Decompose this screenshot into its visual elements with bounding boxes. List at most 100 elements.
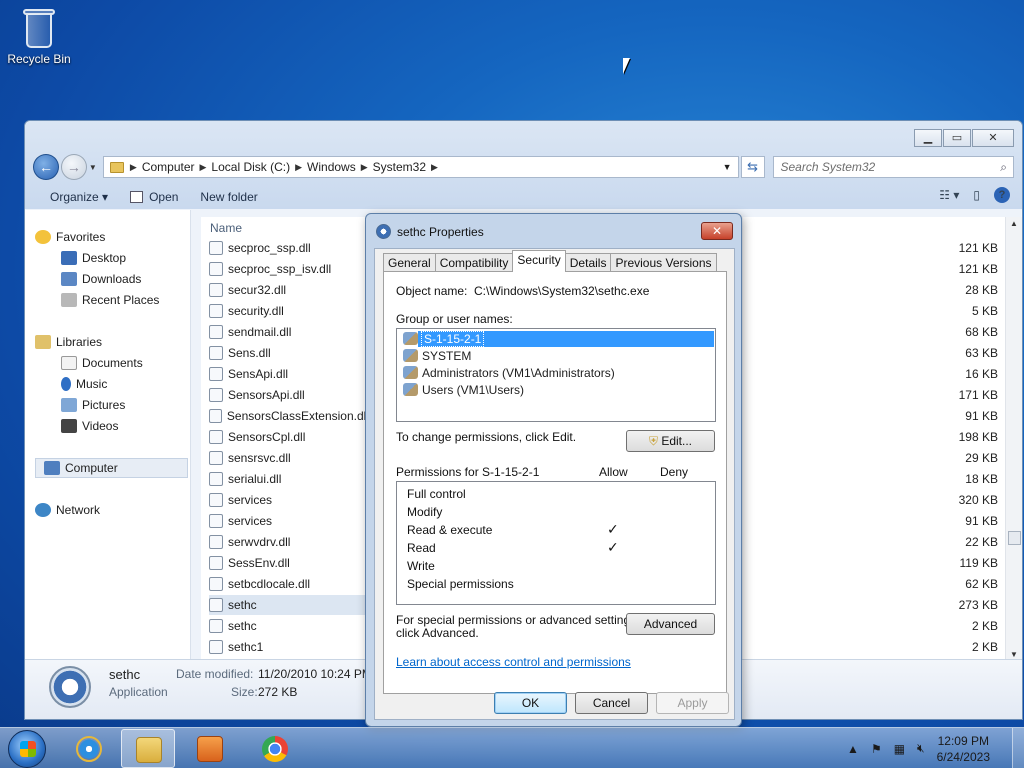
close-button[interactable]: ✕: [972, 129, 1014, 147]
search-input[interactable]: Search System32 ⌕: [772, 156, 1015, 178]
user-s-1-15-2-1[interactable]: S-1-15-2-1: [403, 330, 485, 347]
cancel-button[interactable]: Cancel: [575, 692, 648, 714]
breadcrumb-local-disk[interactable]: Local Disk (C:): [206, 160, 295, 174]
breadcrumb-system32[interactable]: System32: [368, 160, 431, 174]
user-users[interactable]: Users (VM1\Users): [403, 381, 524, 398]
system-tray: ▲ ⚑ ▦ 🔇︎ 12:09 PM 6/24/2023: [847, 728, 1024, 768]
file-row[interactable]: SensApi.dll: [209, 364, 369, 384]
tab-general[interactable]: General: [383, 253, 436, 272]
file-row[interactable]: sensrsvc.dll: [209, 448, 369, 468]
clock[interactable]: 12:09 PM 6/24/2023: [937, 733, 990, 765]
file-row[interactable]: services: [209, 490, 369, 510]
taskbar-media-player[interactable]: [183, 729, 237, 768]
advanced-button[interactable]: Advanced: [626, 613, 715, 635]
nav-libraries[interactable]: Libraries: [35, 333, 102, 351]
back-button[interactable]: ←: [33, 154, 59, 180]
help-icon[interactable]: ?: [994, 187, 1010, 203]
user-system[interactable]: SYSTEM: [403, 347, 471, 364]
tab-details[interactable]: Details: [564, 253, 612, 272]
volume-muted-icon[interactable]: 🔇︎: [917, 741, 925, 756]
file-row[interactable]: Sens.dll: [209, 343, 369, 363]
file-row[interactable]: sethc: [209, 595, 369, 615]
file-row[interactable]: secproc_ssp.dll: [209, 238, 369, 258]
search-icon[interactable]: ⌕: [1000, 160, 1007, 175]
file-row[interactable]: SensorsClassExtension.dll: [209, 406, 369, 426]
media-player-icon: [197, 736, 223, 762]
refresh-button[interactable]: ⇆: [740, 156, 765, 178]
file-row[interactable]: security.dll: [209, 301, 369, 321]
file-size: 5 KB: [971, 304, 998, 318]
file-row[interactable]: setbcdlocale.dll: [209, 574, 369, 594]
organize-button[interactable]: Organize ▾: [50, 190, 108, 204]
file-row[interactable]: SensorsApi.dll: [209, 385, 369, 405]
nav-downloads[interactable]: Downloads: [61, 270, 141, 288]
start-button[interactable]: [8, 730, 46, 768]
dialog-close-button[interactable]: ✕: [701, 222, 733, 240]
tab-compatibility[interactable]: Compatibility: [434, 253, 514, 272]
taskbar-chrome[interactable]: [248, 729, 302, 768]
file-list-scrollbar[interactable]: ▲ ▼: [1005, 217, 1022, 661]
file-row[interactable]: secur32.dll: [209, 280, 369, 300]
file-row[interactable]: services: [209, 511, 369, 531]
column-header-name[interactable]: Name: [210, 221, 242, 235]
user-administrators[interactable]: Administrators (VM1\Administrators): [403, 364, 615, 381]
address-bar[interactable]: ▶ Computer ▶ Local Disk (C:) ▶ Windows ▶…: [102, 156, 739, 178]
file-row[interactable]: SessEnv.dll: [209, 553, 369, 573]
tab-previous-versions[interactable]: Previous Versions: [610, 253, 717, 272]
file-row[interactable]: serwvdrv.dll: [209, 532, 369, 552]
user-label: Administrators (VM1\Administrators): [422, 365, 615, 380]
user-label: S-1-15-2-1: [420, 330, 485, 347]
forward-button[interactable]: →: [60, 154, 87, 180]
file-size: 119 KB: [959, 556, 998, 570]
action-center-flag-icon[interactable]: ⚑: [871, 742, 882, 756]
taskbar-windows-explorer[interactable]: [121, 729, 175, 768]
file-row[interactable]: secproc_ssp_isv.dll: [209, 259, 369, 279]
apply-button[interactable]: Apply: [656, 692, 729, 714]
file-row[interactable]: SensorsCpl.dll: [209, 427, 369, 447]
scrollbar-thumb[interactable]: [1008, 531, 1021, 545]
open-button[interactable]: Open: [130, 190, 178, 204]
recent-pages-dropdown[interactable]: ▼: [89, 163, 99, 172]
new-folder-button[interactable]: New folder: [200, 190, 257, 204]
show-desktop-button[interactable]: [1012, 728, 1024, 768]
learn-access-control-link[interactable]: Learn about access control and permissio…: [396, 655, 631, 669]
maximize-button[interactable]: ▭: [943, 129, 971, 147]
breadcrumb-computer[interactable]: Computer: [137, 160, 200, 174]
file-row[interactable]: sendmail.dll: [209, 322, 369, 342]
breadcrumb-windows[interactable]: Windows: [302, 160, 361, 174]
file-name: serwvdrv.dll: [228, 535, 291, 549]
scroll-down-icon[interactable]: ▼: [1010, 650, 1018, 659]
file-name: secproc_ssp.dll: [228, 241, 311, 255]
file-row[interactable]: serialui.dll: [209, 469, 369, 489]
edit-button[interactable]: ⛨ Edit...: [626, 430, 715, 452]
nav-favorites[interactable]: Favorites: [35, 228, 105, 246]
permissions-list: Full control Modify Read & execute ✓ Read ✓ Wr…: [396, 481, 716, 605]
ok-button[interactable]: OK: [494, 692, 567, 714]
taskbar-internet-explorer[interactable]: [62, 729, 116, 768]
star-icon: [35, 230, 51, 244]
scroll-up-icon[interactable]: ▲: [1010, 219, 1018, 228]
allow-column-label: Allow: [599, 465, 628, 479]
tab-security[interactable]: Security: [512, 250, 566, 272]
nav-recent-places[interactable]: Recent Places: [61, 291, 159, 309]
users-listbox[interactable]: S-1-15-2-1 SYSTEM Administrators (VM1\Ad…: [396, 328, 716, 422]
network-tray-icon[interactable]: ▦: [894, 742, 905, 756]
file-row[interactable]: sethc1: [209, 637, 369, 657]
show-hidden-icons[interactable]: ▲: [847, 742, 859, 756]
preview-pane-icon[interactable]: ▯: [973, 188, 980, 202]
nav-videos[interactable]: Videos: [61, 417, 118, 435]
nav-desktop[interactable]: Desktop: [61, 249, 126, 267]
open-icon: [130, 191, 144, 203]
nav-pictures[interactable]: Pictures: [61, 396, 125, 414]
dialog-tabs: General Compatibility Security Details P…: [383, 250, 717, 272]
address-dropdown-icon[interactable]: ▼: [723, 162, 732, 172]
nav-computer[interactable]: Computer: [35, 458, 188, 478]
file-row[interactable]: sethc: [209, 616, 369, 636]
nav-documents[interactable]: Documents: [61, 354, 143, 372]
nav-network[interactable]: Network: [35, 501, 100, 519]
file-icon: [209, 556, 223, 570]
nav-music[interactable]: Music: [61, 375, 107, 393]
change-view-icon[interactable]: ☷ ▾: [939, 188, 959, 202]
recycle-bin-shortcut[interactable]: Recycle Bin: [4, 6, 74, 66]
minimize-button[interactable]: ▁: [914, 129, 942, 147]
